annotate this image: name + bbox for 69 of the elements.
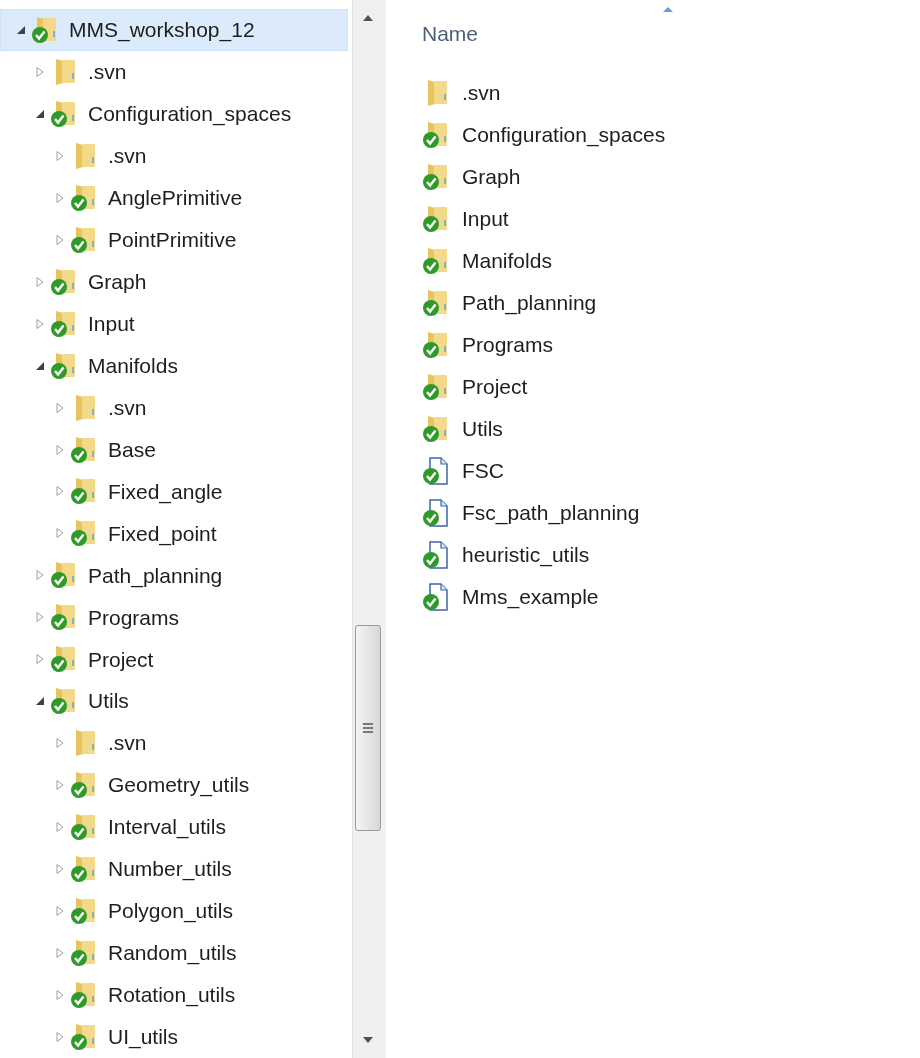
- tree-item[interactable]: MMS_workshop_12: [69, 14, 255, 46]
- tree-item[interactable]: Rotation_utils: [108, 979, 236, 1011]
- tree-item[interactable]: Graph: [88, 265, 147, 298]
- tree-item[interactable]: Utils: [88, 685, 129, 717]
- sort-ascending-icon: [662, 6, 674, 13]
- file-name[interactable]: FSC: [462, 455, 504, 487]
- column-header[interactable]: Name: [422, 18, 920, 46]
- file-name[interactable]: Configuration_spaces: [462, 119, 666, 151]
- selected-tree-row[interactable]: MMS_workshop_12: [0, 9, 348, 51]
- collapsed-arrow-icon[interactable]: [34, 611, 46, 624]
- collapsed-arrow-icon[interactable]: [54, 863, 66, 876]
- collapsed-arrow-icon[interactable]: [54, 988, 66, 1001]
- collapsed-arrow-icon[interactable]: [54, 527, 66, 540]
- grip-icon: [362, 723, 374, 733]
- file-name[interactable]: .svn: [462, 77, 501, 109]
- collapsed-arrow-icon[interactable]: [54, 401, 66, 414]
- collapsed-arrow-icon[interactable]: [54, 1030, 66, 1043]
- file-name[interactable]: Utils: [462, 413, 503, 445]
- tree-item[interactable]: Geometry_utils: [108, 769, 250, 801]
- file-name[interactable]: Manifolds: [462, 245, 552, 277]
- tree-item[interactable]: Fixed_angle: [108, 475, 223, 508]
- tree-item[interactable]: UI_utils: [108, 1021, 179, 1053]
- tree-item[interactable]: Manifolds: [88, 349, 178, 382]
- expanded-arrow-icon[interactable]: [15, 24, 27, 36]
- tree-item[interactable]: Input: [88, 307, 135, 340]
- tree-item[interactable]: Configuration_spaces: [88, 98, 292, 130]
- tree-item[interactable]: .svn: [108, 140, 147, 172]
- file-name[interactable]: Input: [462, 203, 509, 235]
- file-name[interactable]: Path_planning: [462, 287, 597, 319]
- collapsed-arrow-icon[interactable]: [34, 653, 46, 666]
- collapsed-arrow-icon[interactable]: [54, 779, 66, 792]
- tree-item[interactable]: Fixed_point: [108, 517, 217, 550]
- tree-item[interactable]: .svn: [108, 391, 147, 424]
- tree-item[interactable]: Base: [108, 433, 156, 466]
- file-name[interactable]: Fsc_path_planning: [462, 497, 640, 529]
- collapsed-arrow-icon[interactable]: [34, 275, 46, 288]
- scrollbar-thumb[interactable]: [355, 625, 381, 831]
- tree-item[interactable]: Polygon_utils: [108, 895, 233, 927]
- collapsed-arrow-icon[interactable]: [54, 149, 66, 162]
- tree-item[interactable]: Interval_utils: [108, 811, 226, 843]
- tree-item[interactable]: .svn: [108, 727, 147, 759]
- tree-item[interactable]: Project: [88, 643, 154, 676]
- file-name[interactable]: Programs: [462, 329, 554, 361]
- collapsed-arrow-icon[interactable]: [54, 233, 66, 246]
- tree-item[interactable]: AnglePrimitive: [108, 182, 243, 214]
- collapsed-arrow-icon[interactable]: [54, 946, 66, 959]
- tree-item[interactable]: Number_utils: [108, 853, 232, 885]
- tree-item[interactable]: Random_utils: [108, 937, 237, 969]
- tree-item[interactable]: .svn: [88, 56, 127, 88]
- file-name[interactable]: heuristic_utils: [462, 539, 590, 571]
- file-name[interactable]: Project: [462, 371, 528, 403]
- scrollbar[interactable]: [352, 0, 382, 1058]
- tree-item[interactable]: Programs: [88, 601, 180, 634]
- collapsed-arrow-icon[interactable]: [34, 317, 46, 330]
- collapsed-arrow-icon[interactable]: [34, 65, 46, 78]
- collapsed-arrow-icon[interactable]: [54, 737, 66, 750]
- expanded-arrow-icon[interactable]: [34, 695, 46, 708]
- scroll-down-icon[interactable]: [361, 1036, 374, 1044]
- scroll-up-icon[interactable]: [361, 14, 374, 22]
- tree-item[interactable]: Path_planning: [88, 559, 223, 592]
- collapsed-arrow-icon[interactable]: [54, 821, 66, 834]
- collapsed-arrow-icon[interactable]: [54, 443, 66, 456]
- file-name[interactable]: Graph: [462, 161, 521, 193]
- file-name[interactable]: Mms_example: [462, 581, 599, 613]
- collapsed-arrow-icon[interactable]: [54, 191, 66, 204]
- collapsed-arrow-icon[interactable]: [54, 485, 66, 498]
- tree-item[interactable]: PointPrimitive: [108, 224, 237, 256]
- collapsed-arrow-icon[interactable]: [54, 905, 66, 917]
- collapsed-arrow-icon[interactable]: [34, 569, 46, 582]
